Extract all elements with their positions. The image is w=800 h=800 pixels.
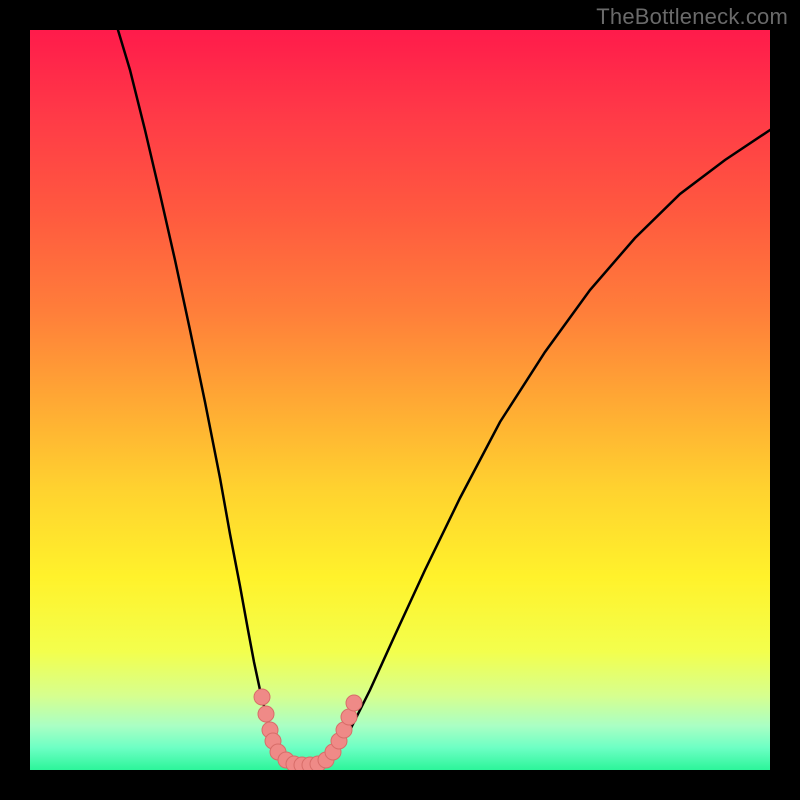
chart-plot-area [30,30,770,770]
bead-point [258,706,274,722]
bead-point [346,695,362,711]
bead-point [254,689,270,705]
watermark-text: TheBottleneck.com [596,4,788,30]
outer-frame: TheBottleneck.com [0,0,800,800]
chart-svg [30,30,770,770]
gradient-background [30,30,770,770]
